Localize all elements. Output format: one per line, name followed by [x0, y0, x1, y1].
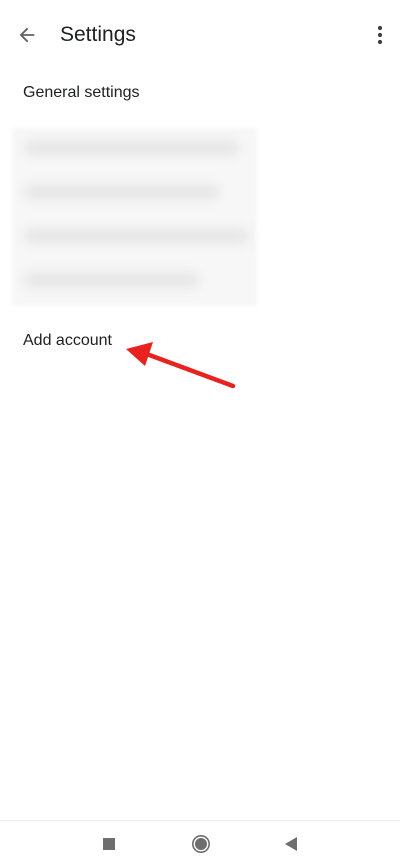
- settings-screen: Settings General settings Add account: [0, 0, 400, 865]
- triangle-back-icon: [285, 837, 297, 851]
- general-settings-item[interactable]: General settings: [0, 71, 400, 115]
- redacted-text: [24, 140, 239, 156]
- account-item[interactable]: [12, 128, 257, 172]
- redacted-text: [24, 228, 249, 244]
- account-item[interactable]: [12, 216, 257, 260]
- account-list-redacted: [12, 128, 257, 306]
- more-vert-icon: [377, 25, 383, 45]
- circle-icon: [192, 835, 210, 853]
- redacted-text: [24, 272, 199, 288]
- account-item[interactable]: [12, 172, 257, 216]
- redacted-text: [24, 184, 219, 200]
- arrow-left-icon: [19, 27, 35, 43]
- home-button[interactable]: [186, 829, 216, 859]
- add-account-item[interactable]: Add account: [0, 319, 400, 363]
- back-button[interactable]: [12, 20, 42, 50]
- recent-apps-button[interactable]: [94, 829, 124, 859]
- page-title: Settings: [60, 23, 136, 46]
- general-settings-label: General settings: [23, 84, 140, 101]
- account-item[interactable]: [12, 260, 257, 304]
- system-back-button[interactable]: [276, 829, 306, 859]
- app-bar: Settings: [0, 0, 400, 70]
- overflow-menu-button[interactable]: [366, 20, 394, 50]
- add-account-label: Add account: [23, 332, 112, 349]
- square-icon: [103, 838, 115, 850]
- system-nav-bar: [0, 820, 400, 865]
